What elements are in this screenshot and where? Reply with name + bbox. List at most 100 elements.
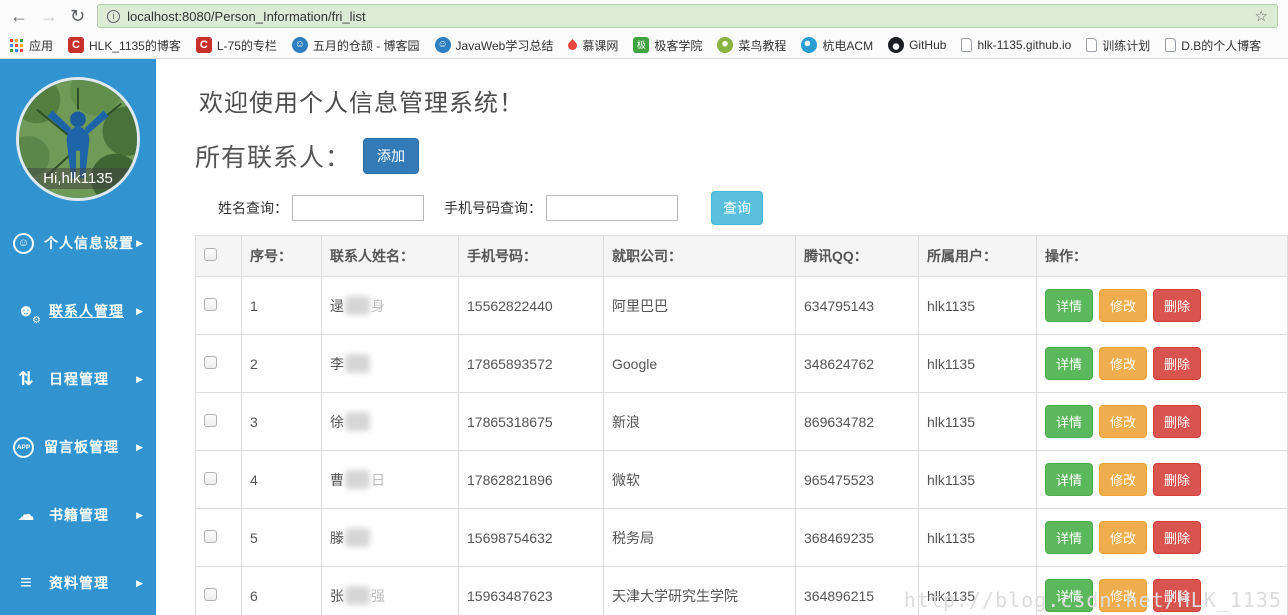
detail-button[interactable]: 详情 [1045, 347, 1094, 380]
cell-actions: 详情 修改 删除 [1036, 392, 1288, 451]
cell-company: Google [603, 334, 796, 393]
schedule-icon: ⇅ [18, 368, 34, 390]
phone-search-input[interactable] [546, 195, 678, 221]
delete-button[interactable]: 删除 [1153, 347, 1202, 380]
row-checkbox[interactable] [204, 413, 217, 427]
detail-button[interactable]: 详情 [1045, 405, 1094, 438]
row-checkbox[interactable] [204, 471, 217, 485]
bookmark-item[interactable]: 杭电ACM [801, 37, 873, 54]
sidebar-item-contacts[interactable]: ☻ 联系人管理 ▶ [0, 277, 156, 345]
delete-button[interactable]: 删除 [1153, 463, 1202, 496]
checkbox-cell [195, 450, 242, 509]
column-header: 联系人姓名： [321, 235, 459, 277]
checkbox-cell [195, 276, 242, 335]
name-prefix: 逯 [330, 297, 344, 314]
detail-button[interactable]: 详情 [1045, 289, 1094, 322]
bookmark-item[interactable]: D.B的个人博客 [1165, 37, 1261, 54]
edit-button[interactable]: 修改 [1099, 347, 1148, 380]
refresh-icon[interactable]: ↻ [70, 7, 85, 25]
delete-button[interactable]: 删除 [1153, 405, 1202, 438]
bookmark-item[interactable]: ☺ JavaWeb学习总结 [434, 37, 553, 54]
chevron-right-icon: ▶ [136, 441, 143, 452]
name-prefix: 张 [330, 587, 344, 604]
bookmark-item[interactable]: ☺ 五月的仓颉 - 博客园 [291, 37, 420, 54]
cell-phone: 17865893572 [458, 334, 604, 393]
row-checkbox[interactable] [204, 297, 217, 311]
forward-icon[interactable]: → [40, 7, 58, 25]
bookmark-label: 杭电ACM [822, 38, 874, 53]
page-icon [961, 38, 973, 52]
table-row: 2 李 17865893572 Google 348624762 hlk1135… [195, 334, 1288, 393]
sidebar-item-label: 资料管理 [49, 575, 109, 591]
info-icon[interactable]: i [107, 9, 121, 23]
sidebar-item-label: 留言板管理 [44, 439, 119, 455]
name-search-label: 姓名查询： [218, 200, 288, 216]
url-text[interactable]: localhost:8080/Person_Information/fri_li… [127, 9, 365, 24]
sidebar-item-profile[interactable]: ☺ 个人信息设置 ▶ [0, 209, 156, 277]
select-all-checkbox[interactable] [204, 248, 217, 261]
cell-company: 税务局 [603, 508, 796, 567]
select-all-cell [195, 235, 242, 277]
cell-seq: 2 [241, 334, 322, 393]
chevron-right-icon: ▶ [136, 237, 143, 248]
edit-button[interactable]: 修改 [1099, 463, 1148, 496]
name-suffix: 强 [371, 587, 385, 604]
bookmark-label: HLK_1135的博客 [89, 38, 181, 53]
name-search-input[interactable] [292, 195, 424, 221]
delete-button[interactable]: 删除 [1153, 289, 1202, 322]
row-checkbox[interactable] [204, 587, 217, 601]
detail-button[interactable]: 详情 [1045, 521, 1094, 554]
bookmarks-bar: 应用 C HLK_1135的博客 C L-75的专栏 ☺ 五月的仓颉 - 博客园… [0, 32, 1288, 58]
books-icon: ☁ [17, 505, 35, 524]
edit-button[interactable]: 修改 [1099, 521, 1148, 554]
name-blur [345, 295, 370, 315]
bookmark-star-icon[interactable]: ☆ [1255, 7, 1268, 25]
bookmark-item[interactable]: C HLK_1135的博客 [68, 37, 181, 54]
phone-search-label: 手机号码查询： [444, 200, 542, 216]
csdn-icon: C [68, 37, 85, 53]
sidebar-item-message-board[interactable]: APP 留言板管理 ▶ [0, 413, 156, 481]
cell-seq: 5 [241, 508, 322, 567]
back-icon[interactable]: ← [10, 7, 28, 25]
cell-qq: 364896215 [795, 566, 919, 615]
row-checkbox[interactable] [204, 355, 217, 369]
detail-button[interactable]: 详情 [1045, 463, 1094, 496]
cell-phone: 15562822440 [458, 276, 604, 335]
chevron-right-icon: ▶ [136, 373, 143, 384]
bookmark-item[interactable]: 菜鸟教程 [717, 37, 786, 54]
delete-button[interactable]: 删除 [1153, 521, 1202, 554]
bookmark-item[interactable]: hlk-1135.github.io [961, 38, 1071, 52]
bookmark-item[interactable]: 慕课网 [566, 37, 618, 54]
cell-owner: hlk1135 [918, 392, 1037, 451]
page-icon [1086, 38, 1098, 52]
geek-icon: 极 [633, 37, 650, 53]
bookmark-label: D.B的个人博客 [1181, 38, 1262, 53]
cell-phone: 15963487623 [458, 566, 604, 615]
add-button[interactable]: 添加 [363, 138, 420, 174]
bookmark-item[interactable]: 极 极客学院 [633, 37, 702, 54]
column-header: 操作： [1036, 235, 1288, 277]
profile-icon: ☺ [13, 232, 34, 254]
sidebar-item-schedule[interactable]: ⇅ 日程管理 ▶ [0, 345, 156, 413]
bookmark-label: GitHub [909, 38, 947, 52]
cell-qq: 869634782 [795, 392, 919, 451]
user-avatar[interactable]: Hi,hlk1135 [16, 77, 140, 201]
cell-qq: 368469235 [795, 508, 919, 567]
row-checkbox[interactable] [204, 529, 217, 543]
address-bar[interactable]: i localhost:8080/Person_Information/fri_… [97, 4, 1278, 28]
name-blur [345, 469, 370, 489]
runoob-icon [717, 37, 734, 53]
bookmark-item[interactable]: GitHub [888, 37, 946, 53]
bookmark-item[interactable]: C L-75的专栏 [195, 37, 277, 54]
edit-button[interactable]: 修改 [1099, 289, 1148, 322]
sidebar-item-books[interactable]: ☁ 书籍管理 ▶ [0, 481, 156, 549]
edit-button[interactable]: 修改 [1099, 405, 1148, 438]
bookmark-label: L-75的专栏 [216, 38, 277, 53]
sidebar-item-documents[interactable]: ≡ 资料管理 ▶ [0, 549, 156, 615]
name-prefix: 徐 [330, 413, 344, 430]
bookmark-item[interactable]: 训练计划 [1086, 37, 1150, 54]
sidebar-item-label: 联系人管理 [49, 303, 124, 319]
bookmark-item[interactable]: 应用 [8, 37, 53, 54]
query-button[interactable]: 查询 [711, 191, 763, 225]
cell-company: 新浪 [603, 392, 796, 451]
